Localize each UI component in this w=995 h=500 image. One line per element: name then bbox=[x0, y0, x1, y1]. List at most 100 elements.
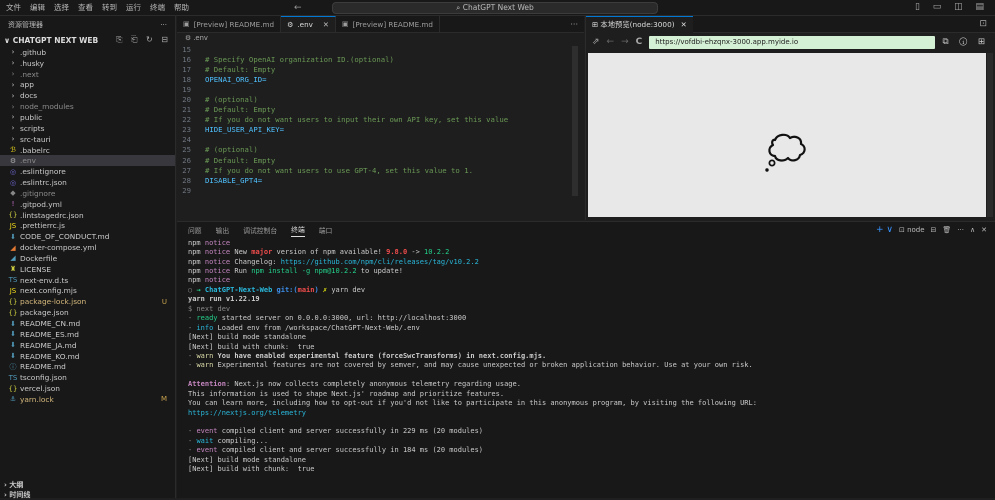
menu-item[interactable]: 转到 bbox=[102, 2, 117, 13]
tree-item[interactable]: TS tsconfig.json bbox=[0, 372, 175, 383]
panel-tab[interactable]: 问题 bbox=[188, 222, 202, 237]
tree-item[interactable]: ◢ docker-compose.yml bbox=[0, 242, 175, 253]
terminal-output[interactable]: npm notice npm notice New major version o… bbox=[177, 237, 995, 474]
tree-item[interactable]: ◆ .gitignore bbox=[0, 188, 175, 199]
close-icon[interactable]: ✕ bbox=[323, 20, 329, 29]
split-terminal-icon[interactable]: ⊟ bbox=[931, 226, 937, 234]
tree-item[interactable]: › scripts bbox=[0, 123, 175, 134]
preview-tab[interactable]: ⊞ 本地预览(node:3000) ✕ bbox=[586, 15, 693, 33]
tree-item[interactable]: ⬇ README_CN.md bbox=[0, 318, 175, 329]
layout-toggle-icons[interactable]: ▯ ▭ ◫ ▤ bbox=[915, 2, 989, 12]
reload-icon[interactable]: C bbox=[636, 37, 643, 47]
project-header[interactable]: ∨ CHATGPT NEXT WEB ⎘ ⎗ ↻ ⊟ bbox=[0, 33, 175, 47]
tree-item[interactable]: {} package.json bbox=[0, 307, 175, 318]
tree-item[interactable]: › app bbox=[0, 80, 175, 91]
line-number: 29 bbox=[182, 185, 191, 195]
split-editor-icon[interactable]: ⊡ bbox=[979, 19, 995, 29]
tree-item[interactable]: ◎ .eslintignore bbox=[0, 166, 175, 177]
menu-item[interactable]: 文件 bbox=[6, 2, 21, 13]
tree-item[interactable]: › public bbox=[0, 112, 175, 123]
tree-item[interactable]: {} package-lock.json U bbox=[0, 296, 175, 307]
tree-item[interactable]: › node_modules bbox=[0, 101, 175, 112]
command-center-search[interactable]: ⌕ ChatGPT Next Web bbox=[332, 2, 658, 14]
project-action-icons[interactable]: ⎘ ⎗ ↻ ⊟ bbox=[116, 35, 171, 45]
maximize-icon[interactable]: ∧ bbox=[970, 226, 975, 234]
tree-item[interactable]: ◎ .eslintrc.json bbox=[0, 177, 175, 188]
tree-item[interactable]: ⚙ .env bbox=[0, 155, 175, 167]
code-line: 24 bbox=[177, 135, 584, 145]
close-icon[interactable]: ✕ bbox=[981, 226, 987, 234]
tree-item[interactable]: › .github bbox=[0, 47, 175, 58]
editor-scrollbar[interactable] bbox=[572, 46, 578, 196]
preview-tool-icons[interactable]: ⧉ ⓘ ⊞ bbox=[942, 37, 989, 47]
line-text: # If you do not want users to use GPT-4,… bbox=[205, 165, 473, 175]
tree-item[interactable]: ⬇ README_KO.md bbox=[0, 351, 175, 362]
tree-item[interactable]: {} .lintstagedrc.json bbox=[0, 210, 175, 221]
tree-item-label: README_CN.md bbox=[20, 319, 81, 329]
terminal-segment: This information is used to shape Next.j… bbox=[188, 389, 505, 398]
tree-item[interactable]: › docs bbox=[0, 90, 175, 101]
tree-item[interactable]: ℬ .babelrc bbox=[0, 145, 175, 156]
tree-item[interactable]: ⓘ README.md bbox=[0, 361, 175, 372]
tree-item[interactable]: › src-tauri bbox=[0, 134, 175, 145]
chevron-right-icon: › bbox=[11, 102, 15, 111]
line-number: 15 bbox=[182, 44, 191, 54]
breadcrumb[interactable]: ⚙ .env bbox=[177, 33, 584, 43]
terminal-select[interactable]: ⊡ node bbox=[899, 226, 925, 234]
tree-item[interactable]: ♜ LICENSE bbox=[0, 264, 175, 275]
preview-scrollbar[interactable] bbox=[987, 53, 993, 217]
back-icon[interactable]: ← bbox=[607, 37, 615, 47]
file-type-icon: ◎ bbox=[9, 167, 17, 176]
panel-tab[interactable]: 输出 bbox=[216, 222, 230, 237]
trash-icon[interactable]: 🗑 bbox=[942, 226, 951, 234]
explorer-more-button[interactable]: ··· bbox=[160, 21, 167, 29]
terminal-segment: - bbox=[188, 361, 197, 370]
terminal-line: npm notice bbox=[188, 238, 995, 247]
tree-item[interactable]: ⬇ README_ES.md bbox=[0, 329, 175, 340]
tree-item[interactable]: › .husky bbox=[0, 58, 175, 69]
tree-item[interactable]: ⬇ README_JA.md bbox=[0, 340, 175, 351]
close-icon[interactable]: ✕ bbox=[681, 20, 687, 29]
preview-content[interactable] bbox=[588, 53, 986, 217]
panel-tab[interactable]: 调试控制台 bbox=[243, 222, 277, 237]
terminal-segment: info bbox=[196, 323, 214, 332]
editor-tab[interactable]: ▣ [Preview] README.md bbox=[177, 16, 282, 32]
terminal-segment: yarn run v1.22.19 bbox=[188, 295, 260, 304]
code-view[interactable]: 15 16 # Specify OpenAI organization ID.(op… bbox=[177, 43, 584, 195]
editor-tab[interactable]: ⚙ .env ✕ bbox=[281, 16, 336, 32]
file-type-icon: ⓘ bbox=[9, 362, 17, 371]
outline-section[interactable]: › 大纲 bbox=[0, 480, 176, 489]
tree-item[interactable]: JS .prettierrc.js bbox=[0, 221, 175, 232]
new-terminal-button[interactable]: + ∨ bbox=[876, 225, 893, 235]
terminal-segment: - bbox=[188, 446, 197, 455]
tree-item[interactable]: JS next.config.mjs bbox=[0, 286, 175, 297]
menu-item[interactable]: 查看 bbox=[78, 2, 93, 13]
tree-item-label: .prettierrc.js bbox=[20, 221, 65, 231]
more-actions-icon[interactable]: ··· bbox=[564, 16, 584, 32]
tree-item[interactable]: {} vercel.json bbox=[0, 383, 175, 394]
menu-item[interactable]: 编辑 bbox=[30, 2, 45, 13]
tree-item-label: .github bbox=[20, 47, 47, 57]
menu-item[interactable]: 运行 bbox=[126, 2, 141, 13]
tree-item[interactable]: ⬇ CODE_OF_CONDUCT.md bbox=[0, 231, 175, 242]
tree-item[interactable]: TS next-env.d.ts bbox=[0, 275, 175, 286]
terminal-line: - wait compiling... bbox=[188, 436, 995, 445]
editor-tab[interactable]: ▣ [Preview] README.md bbox=[336, 16, 440, 32]
menu-item[interactable]: 终端 bbox=[150, 2, 165, 13]
url-input[interactable]: https://vofdbi-ehzqnx-3000.app.myide.io bbox=[649, 35, 936, 49]
panel-tab[interactable]: 端口 bbox=[319, 222, 333, 237]
menu-items: 文件 编辑 选择 查看 转到 运行 终端 帮助 bbox=[0, 2, 189, 13]
tree-item[interactable]: ⚓ yarn.lock M bbox=[0, 394, 175, 405]
tree-item-label: .eslintrc.json bbox=[20, 178, 67, 188]
file-type-icon: ⚓ bbox=[9, 395, 17, 404]
panel-tab[interactable]: 终端 bbox=[291, 222, 305, 237]
open-external-icon[interactable]: ⇗ bbox=[592, 37, 600, 47]
menu-item[interactable]: 帮助 bbox=[174, 2, 189, 13]
menu-item[interactable]: 选择 bbox=[54, 2, 69, 13]
tree-item[interactable]: ! .gitpod.yml bbox=[0, 199, 175, 210]
tree-item[interactable]: ◢ Dockerfile bbox=[0, 253, 175, 264]
forward-icon[interactable]: → bbox=[621, 37, 629, 47]
more-actions-icon[interactable]: ··· bbox=[957, 226, 964, 234]
tree-item[interactable]: › .next bbox=[0, 69, 175, 80]
terminal-segment: npm bbox=[188, 248, 205, 257]
